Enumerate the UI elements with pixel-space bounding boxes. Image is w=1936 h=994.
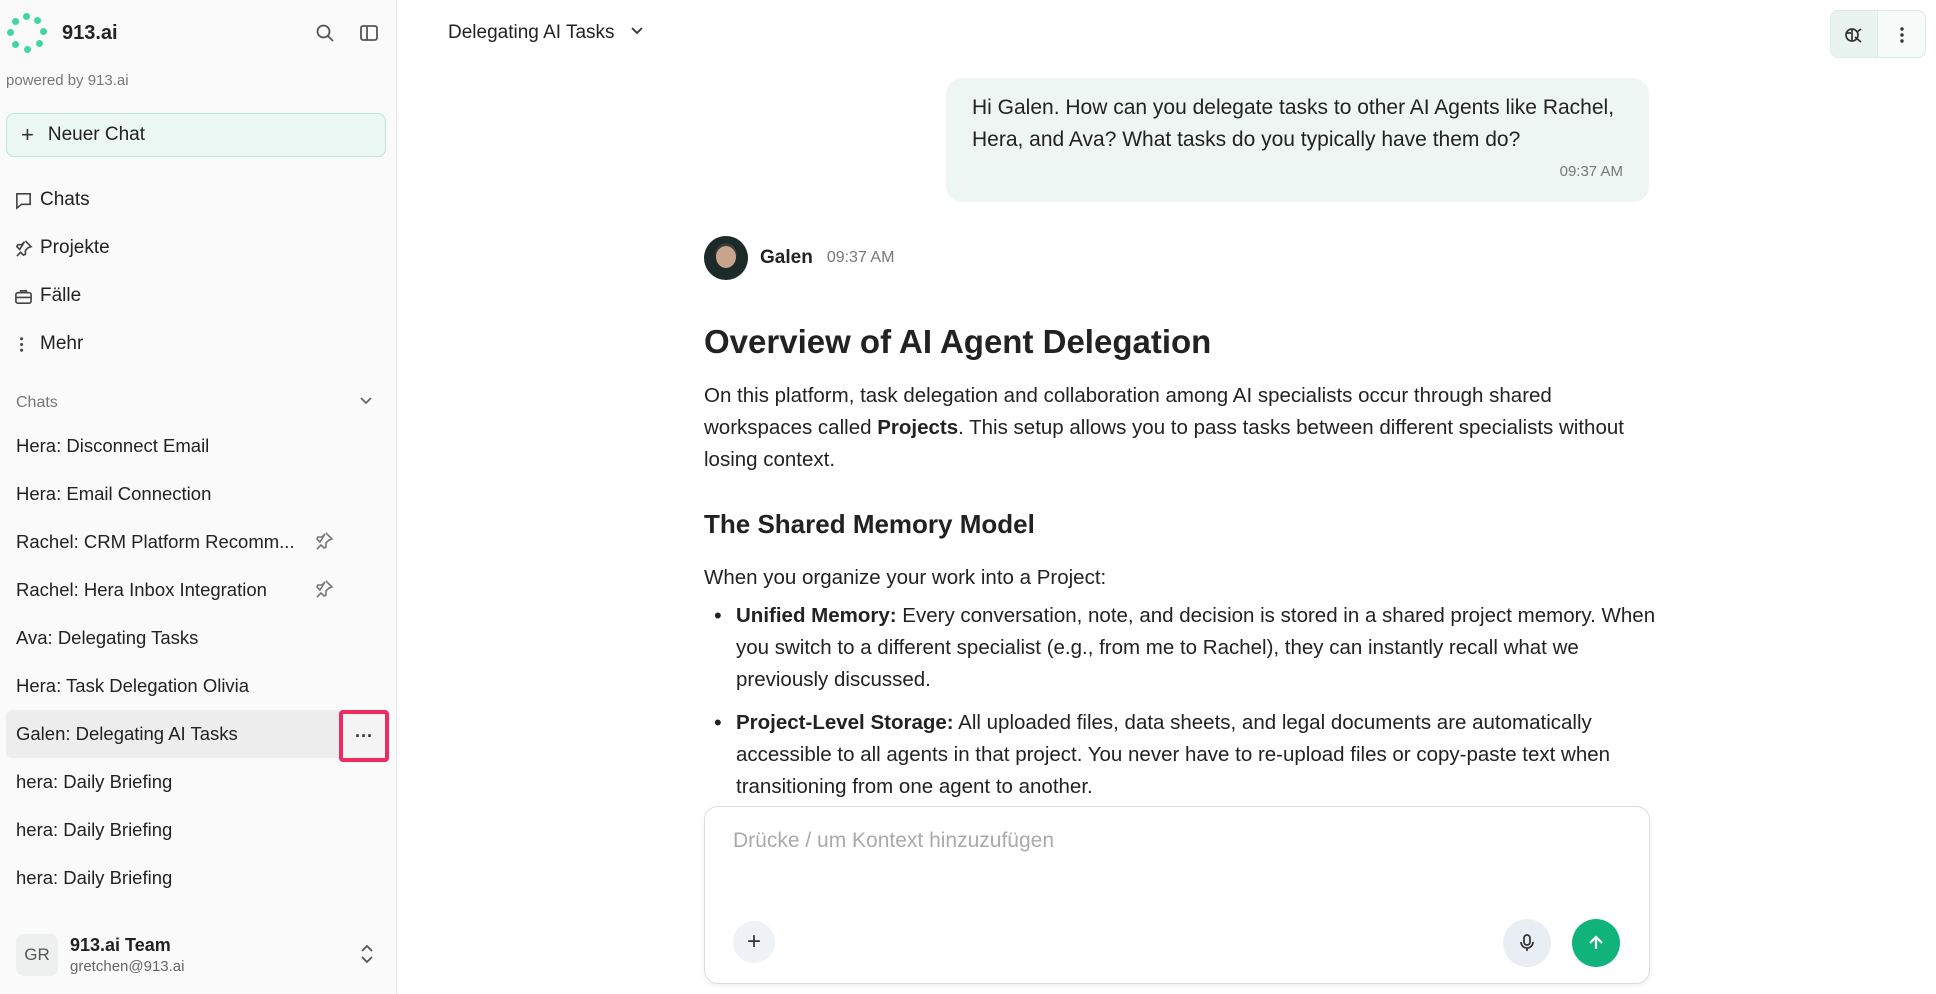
user-name: 913.ai Team bbox=[70, 935, 171, 955]
new-chat-button[interactable]: + Neuer Chat bbox=[6, 113, 386, 157]
brand-logo-icon bbox=[6, 12, 48, 54]
chat-item[interactable]: Ava: Delegating Tasks bbox=[6, 614, 390, 662]
user-email: gretchen@913.ai bbox=[70, 958, 185, 975]
nav-item-chats[interactable]: Chats bbox=[14, 176, 110, 224]
send-button[interactable] bbox=[1572, 919, 1620, 967]
text-bold: Project-Level Storage: bbox=[736, 711, 954, 734]
message-timestamp: 09:37 AM bbox=[1559, 163, 1623, 180]
chat-item-label: Rachel: Hera Inbox Integration bbox=[16, 579, 267, 600]
sidebar-toggle-icon[interactable] bbox=[356, 20, 382, 46]
list-item: Unified Memory: Every conversation, note… bbox=[704, 600, 1664, 696]
plus-icon: + bbox=[746, 928, 761, 955]
nav-item-label: Fälle bbox=[40, 285, 82, 306]
search-icon[interactable] bbox=[312, 20, 338, 46]
brand[interactable]: 913.ai bbox=[6, 12, 118, 54]
chat-item[interactable]: hera: Daily Briefing bbox=[6, 758, 390, 806]
message-input[interactable] bbox=[733, 829, 1593, 853]
chat-item[interactable]: Hera: Task Delegation Olivia bbox=[6, 662, 390, 710]
chat-item[interactable]: Hera: Disconnect Email bbox=[6, 422, 390, 470]
bullet-list: Unified Memory: Every conversation, note… bbox=[704, 600, 1664, 803]
chat-item[interactable]: Rachel: Hera Inbox Integration bbox=[6, 566, 390, 614]
sidebar: 913.ai powered by 913.ai + Neuer Chat Ch… bbox=[0, 0, 397, 994]
chat-item[interactable]: Rachel: CRM Platform Recomm... bbox=[6, 518, 390, 566]
user-account-switcher[interactable]: GR 913.ai Team gretchen@913.ai bbox=[16, 933, 376, 977]
microphone-button[interactable] bbox=[1503, 919, 1551, 967]
pin-icon[interactable] bbox=[314, 579, 334, 604]
chat-title: Delegating AI Tasks bbox=[448, 22, 615, 43]
more-vertical-icon bbox=[14, 335, 40, 354]
arrow-up-icon bbox=[1589, 935, 1603, 949]
chat-item-label: hera: Daily Briefing bbox=[16, 819, 173, 840]
list-item: Project-Level Storage: All uploaded file… bbox=[704, 707, 1664, 803]
chat-item-label: hera: Daily Briefing bbox=[16, 867, 173, 888]
nav-item-label: Projekte bbox=[40, 237, 110, 258]
chat-item-label: hera: Daily Briefing bbox=[16, 771, 173, 792]
response-paragraph: When you organize your work into a Proje… bbox=[704, 566, 1107, 589]
agent-name: Galen bbox=[760, 247, 813, 268]
agent-avatar bbox=[704, 236, 748, 280]
plus-icon: + bbox=[21, 122, 34, 147]
avatar: GR bbox=[16, 934, 58, 976]
response-subheading: The Shared Memory Model bbox=[704, 509, 1035, 539]
chat-item[interactable]: Hera: Email Connection bbox=[6, 470, 390, 518]
agent-message-content: Overview of AI Agent Delegation On this … bbox=[704, 318, 1664, 814]
chat-item-label: Galen: Delegating AI Tasks bbox=[16, 723, 238, 744]
user-message-text: Hi Galen. How can you delegate tasks to … bbox=[972, 96, 1615, 151]
response-heading: Overview of AI Agent Delegation bbox=[704, 323, 1212, 360]
message-timestamp: 09:37 AM bbox=[826, 249, 895, 266]
chevron-up-down-icon[interactable] bbox=[358, 943, 376, 970]
pin-icon[interactable] bbox=[314, 531, 334, 556]
response-paragraph: On this platform, task delegation and co… bbox=[704, 380, 1664, 476]
nav-item-faelle[interactable]: Fälle bbox=[14, 272, 110, 320]
chat-item-active[interactable]: Galen: Delegating AI Tasks ··· bbox=[6, 710, 390, 762]
microphone-icon bbox=[1520, 934, 1534, 951]
text-bold: Unified Memory: bbox=[736, 604, 897, 627]
agent-message-header: Galen 09:37 AM bbox=[704, 236, 894, 280]
more-horizontal-icon: ··· bbox=[355, 725, 373, 746]
text-bold: Projects bbox=[877, 416, 959, 439]
chat-more-options-button[interactable]: ··· bbox=[339, 710, 389, 762]
section-title: Chats bbox=[16, 393, 58, 411]
chat-item-label: Hera: Task Delegation Olivia bbox=[16, 675, 250, 696]
nav-item-projekte[interactable]: Projekte bbox=[14, 224, 110, 272]
header-actions bbox=[1830, 10, 1926, 58]
chat-item-label: Ava: Delegating Tasks bbox=[16, 627, 199, 648]
chat-title-dropdown[interactable]: Delegating AI Tasks bbox=[448, 22, 645, 44]
chat-item[interactable]: hera: Daily Briefing bbox=[6, 806, 390, 854]
chat-item-label: Hera: Disconnect Email bbox=[16, 435, 210, 456]
chevron-down-icon[interactable] bbox=[358, 392, 374, 413]
agent-settings-icon[interactable] bbox=[1831, 11, 1879, 57]
briefcase-icon bbox=[14, 287, 40, 306]
nav-item-label: Chats bbox=[40, 189, 90, 210]
nav-item-mehr[interactable]: Mehr bbox=[14, 320, 110, 368]
more-vertical-icon[interactable] bbox=[1878, 11, 1925, 57]
add-attachment-button[interactable]: + bbox=[733, 921, 775, 963]
user-message-bubble: Hi Galen. How can you delegate tasks to … bbox=[946, 78, 1649, 202]
main-nav: Chats Projekte Fälle Mehr bbox=[14, 176, 110, 368]
chat-list: Hera: Disconnect Email Hera: Email Conne… bbox=[6, 422, 390, 902]
powered-by: powered by 913.ai bbox=[6, 72, 129, 89]
chats-section-header[interactable]: Chats bbox=[16, 392, 374, 413]
chevron-down-icon bbox=[629, 22, 645, 44]
pin-icon bbox=[14, 239, 40, 258]
nav-item-label: Mehr bbox=[40, 333, 84, 354]
chat-item-label: Rachel: CRM Platform Recomm... bbox=[16, 531, 295, 552]
brand-name: 913.ai bbox=[62, 21, 118, 44]
chat-bubble-icon bbox=[14, 191, 40, 210]
chat-item[interactable]: hera: Daily Briefing bbox=[6, 854, 390, 902]
message-composer: + bbox=[704, 806, 1650, 984]
new-chat-label: Neuer Chat bbox=[47, 124, 146, 145]
chat-item-label: Hera: Email Connection bbox=[16, 483, 212, 504]
